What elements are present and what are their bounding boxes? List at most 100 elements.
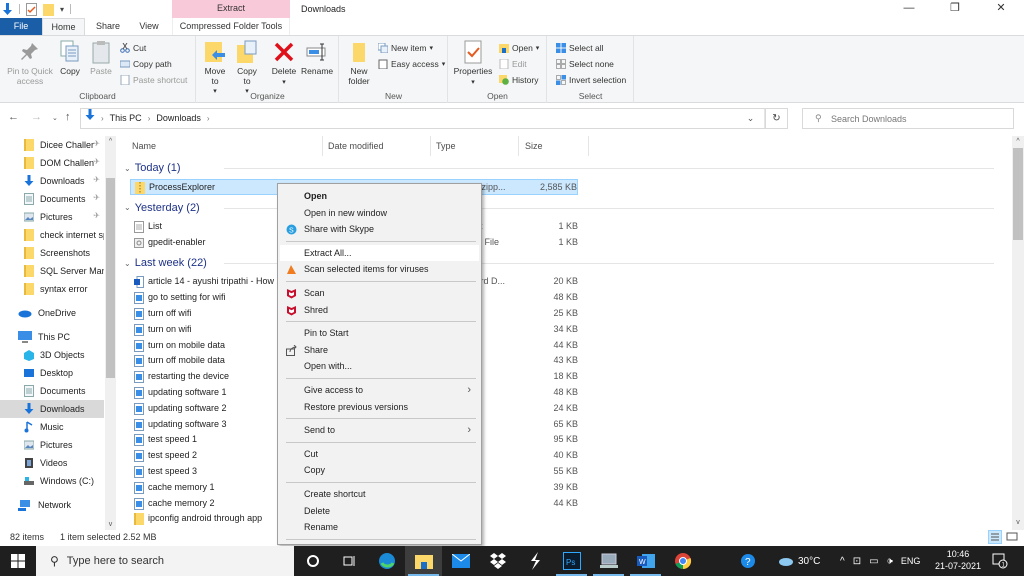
column-separator[interactable] (430, 136, 431, 156)
sidebar-item-this-pc-child[interactable]: Desktop (0, 364, 104, 382)
sidebar-item-this-pc[interactable]: This PC (0, 328, 104, 346)
mail-app[interactable] (442, 546, 479, 576)
volume-icon[interactable]: 🕩 (887, 556, 893, 567)
help-tray-icon[interactable]: ? (740, 546, 756, 576)
menu-item-rename[interactable]: Rename (280, 519, 479, 535)
menu-item-delete[interactable]: Delete (280, 503, 479, 519)
maximize-button[interactable]: ❐ (932, 0, 978, 18)
pin-to-quick-access-button[interactable]: Pin to Quick access (4, 40, 56, 86)
breadcrumb-downloads[interactable]: Downloads (156, 109, 201, 128)
dropbox-app[interactable] (479, 546, 516, 576)
taskbar-search-input[interactable] (66, 555, 267, 567)
notifications-button[interactable]: 1 (992, 546, 1008, 576)
file-list-scrollbar[interactable]: ^ v (1012, 136, 1024, 530)
collapse-chevron-icon[interactable]: ⌄ (124, 203, 131, 212)
start-button[interactable] (0, 546, 36, 576)
sidebar-item-this-pc-child[interactable]: 3D Objects (0, 346, 104, 364)
menu-item-create-shortcut[interactable]: Create shortcut (280, 486, 479, 502)
select-all-button[interactable]: Select all (556, 41, 604, 55)
back-arrow-icon[interactable]: ← (8, 111, 19, 123)
sidebar-item-quick-access[interactable]: Screenshots (0, 244, 104, 262)
new-folder-button[interactable]: New folder (344, 40, 374, 86)
tab-view[interactable]: View (130, 18, 168, 35)
edit-button[interactable]: Edit (499, 57, 527, 71)
cut-button[interactable]: Cut (120, 41, 146, 55)
tab-home[interactable]: Home (42, 18, 85, 35)
column-header-date-modified[interactable]: Date modified (328, 136, 384, 156)
history-button[interactable]: History (499, 73, 538, 87)
group-header[interactable]: ⌄ Yesterday (2) (124, 200, 1004, 216)
column-separator[interactable] (322, 136, 323, 156)
minimize-button[interactable]: — (886, 0, 932, 18)
search-box[interactable]: ⚲ (802, 108, 1014, 129)
sidebar-item-this-pc-child[interactable]: Pictures (0, 436, 104, 454)
menu-item-open-in-new-window[interactable]: Open in new window (280, 205, 479, 221)
menu-item-shred[interactable]: Shred (280, 302, 479, 318)
word-app[interactable]: W (627, 546, 664, 576)
menu-item-restore-previous-versions[interactable]: Restore previous versions (280, 399, 479, 415)
menu-item-share-with-skype[interactable]: S Share with Skype (280, 221, 479, 237)
s-app[interactable] (516, 546, 553, 576)
sidebar-item-this-pc-child[interactable]: Downloads (0, 400, 104, 418)
scroll-up-icon[interactable]: ^ (1012, 138, 1024, 145)
forward-arrow-icon[interactable]: → (31, 111, 42, 123)
collapse-chevron-icon[interactable]: ⌄ (124, 164, 131, 173)
photoshop-app[interactable]: Ps (553, 546, 590, 576)
sidebar-item-quick-access[interactable]: SQL Server Mana (0, 262, 104, 280)
menu-item-open[interactable]: Open (280, 188, 479, 204)
download-arrow-icon[interactable] (2, 2, 13, 16)
menu-item-give-access-to[interactable]: Give access to › (280, 382, 479, 398)
battery-icon[interactable]: ▭ (869, 556, 878, 567)
sidebar-item-onedrive[interactable]: OneDrive (0, 304, 104, 322)
properties-button[interactable]: Properties ▾ (453, 40, 493, 87)
column-header-size[interactable]: Size (525, 136, 543, 156)
rename-button[interactable]: Rename (301, 40, 333, 77)
cortana-button[interactable] (294, 546, 331, 576)
task-view-button[interactable] (331, 546, 368, 576)
menu-item-share[interactable]: Share (280, 342, 479, 358)
file-explorer-app[interactable] (405, 546, 442, 576)
select-none-button[interactable]: Select none (556, 57, 614, 71)
scroll-down-icon[interactable]: v (1012, 519, 1024, 526)
edge-app[interactable] (368, 546, 405, 576)
menu-item-open-with[interactable]: Open with... (280, 358, 479, 374)
search-input[interactable] (831, 111, 1001, 126)
column-header-type[interactable]: Type (436, 136, 456, 156)
copy-button[interactable]: Copy (58, 40, 82, 77)
sidebar-item-this-pc-child[interactable]: Music (0, 418, 104, 436)
move-to-button[interactable]: Move to ▾ (203, 40, 227, 97)
easy-access-button[interactable]: Easy access ▾ (378, 57, 445, 71)
delete-button[interactable]: Delete ▾ (270, 40, 298, 87)
paste-button[interactable]: Paste (88, 40, 114, 77)
sidebar-item-this-pc-child[interactable]: Videos (0, 454, 104, 472)
paste-shortcut-button[interactable]: Paste shortcut (120, 73, 187, 87)
open-button[interactable]: Open ▾ (499, 41, 539, 55)
sidebar-item-quick-access[interactable]: Downloads ✈ (0, 172, 104, 190)
menu-item-scan-selected-items-for-viruses[interactable]: Scan selected items for viruses (280, 261, 479, 277)
properties-qat-icon[interactable] (26, 2, 37, 16)
tab-compressed-folder-tools[interactable]: Compressed Folder Tools (172, 18, 290, 35)
address-bar[interactable]: › This PC › Downloads › ⌄ (80, 108, 766, 129)
menu-item-send-to[interactable]: Send to › (280, 422, 479, 438)
clock[interactable]: 10:46 21-07-2021 (930, 548, 986, 572)
up-arrow-icon[interactable]: ↑ (65, 111, 71, 123)
close-button[interactable]: ✕ (978, 0, 1024, 18)
sidebar-item-this-pc-child[interactable]: Documents (0, 382, 104, 400)
column-header-name[interactable]: Name (132, 136, 156, 156)
sidebar-item-network[interactable]: Network (0, 496, 104, 514)
tab-file[interactable]: File (0, 18, 42, 35)
menu-item-cut[interactable]: Cut (280, 446, 479, 462)
address-dropdown-chevron-icon[interactable]: ⌄ (737, 109, 765, 128)
column-separator[interactable] (588, 136, 589, 156)
copy-to-button[interactable]: Copy to ▾ (235, 40, 259, 97)
meet-now-icon[interactable]: ⊡ (853, 556, 861, 567)
menu-item-scan[interactable]: Scan (280, 285, 479, 301)
menu-item-pin-to-start[interactable]: Pin to Start (280, 325, 479, 341)
scroll-down-icon[interactable]: v (105, 521, 116, 528)
show-hidden-icons-chevron-icon[interactable]: ^ (840, 556, 845, 567)
sidebar-item-quick-access[interactable]: syntax error (0, 280, 104, 298)
breadcrumb-this-pc[interactable]: This PC (110, 109, 142, 128)
menu-item-copy[interactable]: Copy (280, 462, 479, 478)
taskbar-search[interactable]: ⚲ (36, 546, 294, 576)
sidebar-item-quick-access[interactable]: Dicee Challer ✈ (0, 136, 104, 154)
